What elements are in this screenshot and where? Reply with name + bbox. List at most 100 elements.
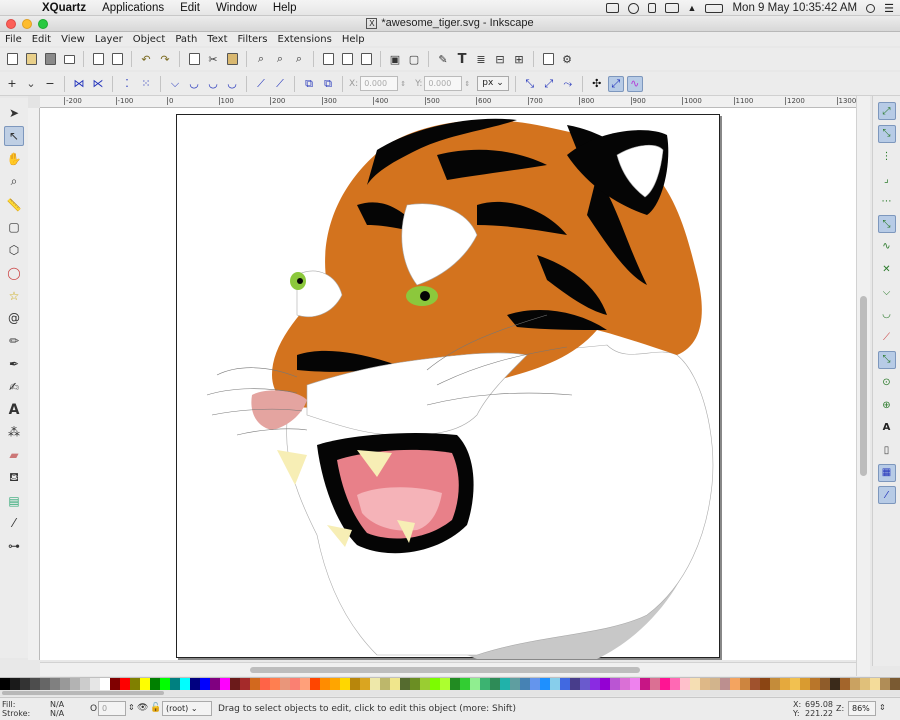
snap-bbox-icon[interactable]: ⤡	[877, 124, 896, 143]
node-cusp-icon[interactable]: ⌵	[167, 76, 183, 92]
import-icon[interactable]	[90, 51, 106, 67]
save-icon[interactable]	[42, 51, 58, 67]
snap-object-centers-icon[interactable]: ⊙	[878, 373, 896, 391]
tweak-tool-icon[interactable]: ✋	[4, 149, 24, 169]
palette-scroll-thumb[interactable]	[2, 691, 164, 695]
zoom-page-icon[interactable]: ⌕	[291, 51, 307, 67]
x-spinner-icon[interactable]: ⇕	[400, 80, 406, 88]
menu-view[interactable]: View	[61, 34, 85, 45]
fill-stroke-icon[interactable]: ✎	[435, 51, 451, 67]
pencil-tool-icon[interactable]: ✏	[4, 331, 24, 351]
delete-segment-icon[interactable]: ⁙	[138, 76, 154, 92]
gradient-tool-icon[interactable]: ▤	[4, 491, 24, 511]
object-to-path-icon[interactable]: ⧉	[301, 76, 317, 92]
redo-icon[interactable]: ↷	[157, 51, 173, 67]
battery-icon[interactable]	[705, 3, 724, 13]
horizontal-ruler[interactable]: -200 -100 0 100 200 300 400 500 600 700 800 900 1000…	[40, 96, 856, 108]
edit-mask-icon[interactable]: ⤢	[607, 75, 624, 92]
layer-lock-icon[interactable]: 🔓	[150, 703, 161, 713]
snap-guides-icon[interactable]: ⁄	[877, 486, 896, 505]
stroke-to-path-icon[interactable]: ⧉	[320, 76, 336, 92]
copy-icon[interactable]	[186, 51, 202, 67]
menu-filters[interactable]: Filters	[238, 34, 268, 45]
paste-icon[interactable]	[224, 51, 240, 67]
spiral-tool-icon[interactable]: @	[4, 308, 24, 328]
delete-node-icon[interactable]: −	[42, 76, 58, 92]
spray-tool-icon[interactable]: ⁂	[4, 422, 24, 442]
layer-visibility-icon[interactable]: 👁	[137, 703, 148, 713]
menu-object[interactable]: Object	[133, 34, 166, 45]
show-transform-handles-icon[interactable]: ⤡	[522, 76, 538, 92]
menu-edit-mac[interactable]: Edit	[180, 2, 200, 14]
join-nodes-icon[interactable]: ⋈	[71, 76, 87, 92]
snap-others-icon[interactable]: ⤡	[877, 350, 896, 369]
zoom-tool-icon[interactable]: ⌕	[4, 172, 24, 192]
open-file-icon[interactable]	[23, 51, 39, 67]
opacity-spinner-icon[interactable]: ⇕	[128, 703, 135, 712]
show-path-outline-icon[interactable]: ⤳	[560, 76, 576, 92]
calligraphy-tool-icon[interactable]: ✍	[4, 377, 24, 397]
snap-intersections-icon[interactable]: ✕	[878, 260, 896, 278]
pen-tool-icon[interactable]: ✒	[4, 354, 24, 374]
node-symmetric-icon[interactable]: ◡	[205, 76, 221, 92]
stroke-value[interactable]: N/A	[50, 709, 64, 718]
segment-line-icon[interactable]: ⟋	[253, 76, 269, 92]
close-window-button[interactable]	[6, 19, 16, 29]
snap-cusp-nodes-icon[interactable]: ⌵	[878, 283, 896, 301]
node-smooth-icon[interactable]: ◡	[186, 76, 202, 92]
star-tool-icon[interactable]: ☆	[4, 286, 24, 306]
ellipse-tool-icon[interactable]: ◯	[4, 263, 24, 283]
insert-node-icon[interactable]: +	[4, 76, 20, 92]
group-icon[interactable]: ▣	[387, 51, 403, 67]
text-font-icon[interactable]: T	[454, 51, 470, 67]
menu-applications[interactable]: Applications	[102, 2, 164, 14]
menu-text[interactable]: Text	[207, 34, 227, 45]
eject-icon[interactable]: ▲	[688, 3, 697, 13]
zoom-input[interactable]: 86%	[848, 701, 876, 716]
snap-smooth-nodes-icon[interactable]: ◡	[878, 306, 896, 324]
vertical-ruler[interactable]	[28, 108, 40, 660]
join-segment-icon[interactable]: ⁚	[119, 76, 135, 92]
snap-paths-icon[interactable]: ∿	[878, 238, 896, 256]
break-path-icon[interactable]: ⋉	[90, 76, 106, 92]
menu-help-mac[interactable]: Help	[273, 2, 297, 14]
snap-page-border-icon[interactable]: ▯	[878, 441, 896, 459]
tiger-artwork[interactable]	[177, 115, 721, 659]
eraser-tool-icon[interactable]: ▰	[4, 445, 24, 465]
vertical-scrollbar[interactable]	[856, 96, 870, 676]
undo-icon[interactable]: ↶	[138, 51, 154, 67]
notification-center-icon[interactable]: ☰	[884, 2, 894, 15]
palette-scrollbar[interactable]	[0, 690, 900, 696]
minimize-window-button[interactable]	[22, 19, 32, 29]
unit-select[interactable]: px ⌄	[477, 76, 509, 91]
canvas[interactable]	[40, 108, 856, 660]
app-menu-xquartz[interactable]: XQuartz	[42, 2, 86, 14]
paint-bucket-tool-icon[interactable]: ⛾	[4, 468, 24, 488]
duplicate-icon[interactable]	[320, 51, 336, 67]
clone-icon[interactable]	[339, 51, 355, 67]
zoom-drawing-icon[interactable]: ⌕	[272, 51, 288, 67]
edit-clip-icon[interactable]: ✣	[589, 76, 605, 92]
show-bezier-handles-icon[interactable]: ⤢	[541, 76, 557, 92]
layers-icon[interactable]: ≣	[473, 51, 489, 67]
next-path-effect-icon[interactable]: ∿	[626, 75, 643, 92]
y-input[interactable]: 0.000	[424, 76, 463, 91]
segment-curve-icon[interactable]: ⟋	[272, 76, 288, 92]
zoom-spinner-icon[interactable]: ⇕	[879, 703, 886, 712]
print-icon[interactable]	[61, 51, 77, 67]
x-input[interactable]: 0.000	[360, 76, 399, 91]
ungroup-icon[interactable]: ▢	[406, 51, 422, 67]
menu-file[interactable]: File	[5, 34, 22, 45]
spotlight-search-icon[interactable]	[866, 3, 876, 13]
enable-snapping-icon[interactable]: ⤢	[877, 102, 896, 121]
snap-bbox-corner-icon[interactable]: ⌟	[878, 170, 896, 188]
menu-window[interactable]: Window	[216, 2, 257, 14]
opacity-input[interactable]: 0	[98, 701, 126, 716]
align-distribute-icon[interactable]: ⊞	[511, 51, 527, 67]
xml-editor-icon[interactable]: ⊟	[492, 51, 508, 67]
snap-grids-icon[interactable]: ▦	[877, 463, 896, 482]
snap-text-baseline-icon[interactable]: A	[878, 419, 896, 437]
menu-help[interactable]: Help	[342, 34, 365, 45]
lock-icon[interactable]	[647, 3, 656, 13]
vertical-scroll-thumb[interactable]	[860, 296, 867, 476]
